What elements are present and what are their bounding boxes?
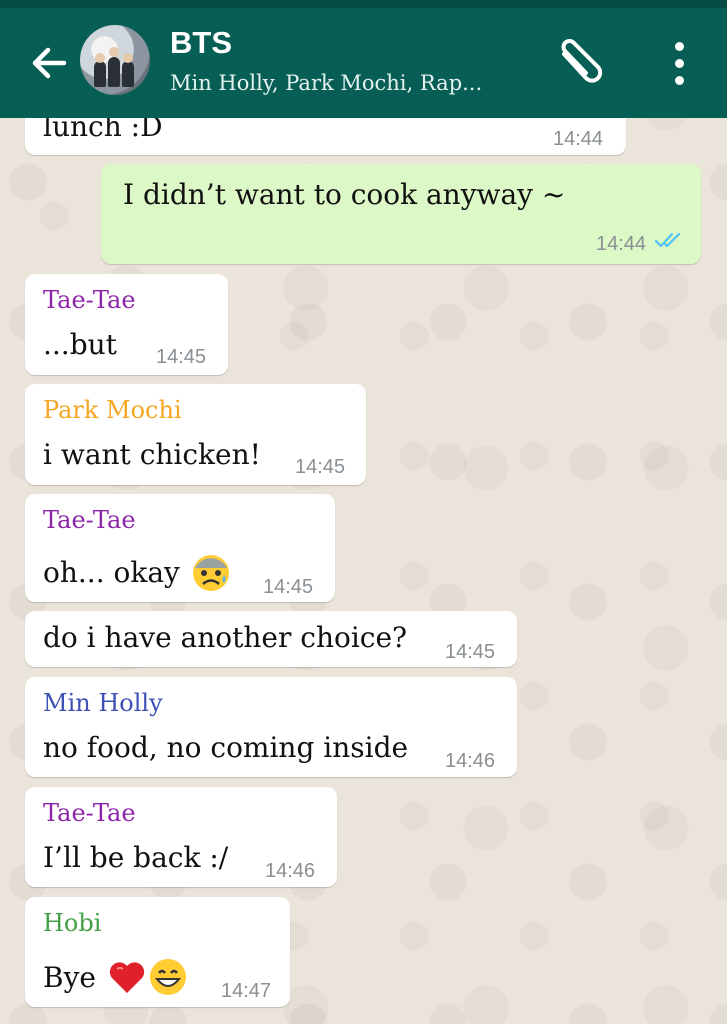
chat-header: BTS Min Holly, Park Mochi, Rap...: [0, 0, 727, 118]
message-bubble[interactable]: Park Mochi i want chicken! 14:45: [25, 384, 366, 485]
message-text: I didn’t want to cook anyway ~: [123, 178, 566, 211]
sender-name: Tae-Tae: [43, 286, 136, 314]
message-bubble[interactable]: Tae-Tae oh... okay 14:45: [25, 494, 335, 602]
message-bubble[interactable]: Tae-Tae I’ll be back :/ 14:46: [25, 787, 337, 887]
status-bar: [0, 0, 727, 8]
message-time: 14:47: [221, 980, 272, 1002]
sender-name: Min Holly: [43, 689, 163, 717]
message-text: do i have another choice?: [43, 621, 408, 654]
message-text: oh... okay: [43, 556, 180, 589]
message-bubble[interactable]: Min Holly no food, no coming inside 14:4…: [25, 677, 517, 777]
chat-title[interactable]: BTS: [170, 25, 232, 61]
message-time: 14:45: [156, 346, 207, 368]
group-avatar[interactable]: [80, 25, 150, 95]
message-time: 14:45: [445, 641, 496, 663]
message-text: ...but: [43, 328, 117, 361]
message-text: Bye: [43, 961, 96, 994]
message-bubble[interactable]: Tae-Tae ...but 14:45: [25, 274, 228, 375]
sender-name: Tae-Tae: [43, 506, 136, 534]
message-time: 14:46: [265, 860, 316, 882]
message-text: i want chicken!: [43, 438, 261, 471]
message-text: I’ll be back :/: [43, 841, 229, 874]
message-text: no food, no coming inside: [43, 731, 409, 764]
sender-name: Hobi: [43, 909, 102, 937]
paperclip-icon[interactable]: [550, 38, 610, 88]
sender-name: Park Mochi: [43, 396, 182, 424]
message-time: 14:45: [295, 456, 346, 478]
sender-name: Tae-Tae: [43, 799, 136, 827]
chat-members[interactable]: Min Holly, Park Mochi, Rap...: [170, 71, 482, 95]
message-time: 14:46: [445, 750, 496, 772]
anxious-face-icon: [191, 553, 231, 593]
message-bubble[interactable]: Hobi Bye 14:47: [25, 897, 290, 1007]
back-arrow-icon[interactable]: [26, 40, 72, 86]
red-heart-icon: [107, 957, 147, 997]
message-time: 14:45: [263, 576, 314, 598]
message-time: 14:44: [553, 128, 604, 150]
message-time: 14:44: [596, 233, 647, 255]
message-bubble-outgoing[interactable]: I didn’t want to cook anyway ~ 14:44: [101, 164, 701, 264]
grinning-face-icon: [148, 957, 188, 997]
message-bubble[interactable]: do i have another choice? 14:45: [25, 611, 517, 667]
read-receipt-icon: [654, 230, 686, 250]
more-vert-icon[interactable]: [664, 40, 694, 88]
